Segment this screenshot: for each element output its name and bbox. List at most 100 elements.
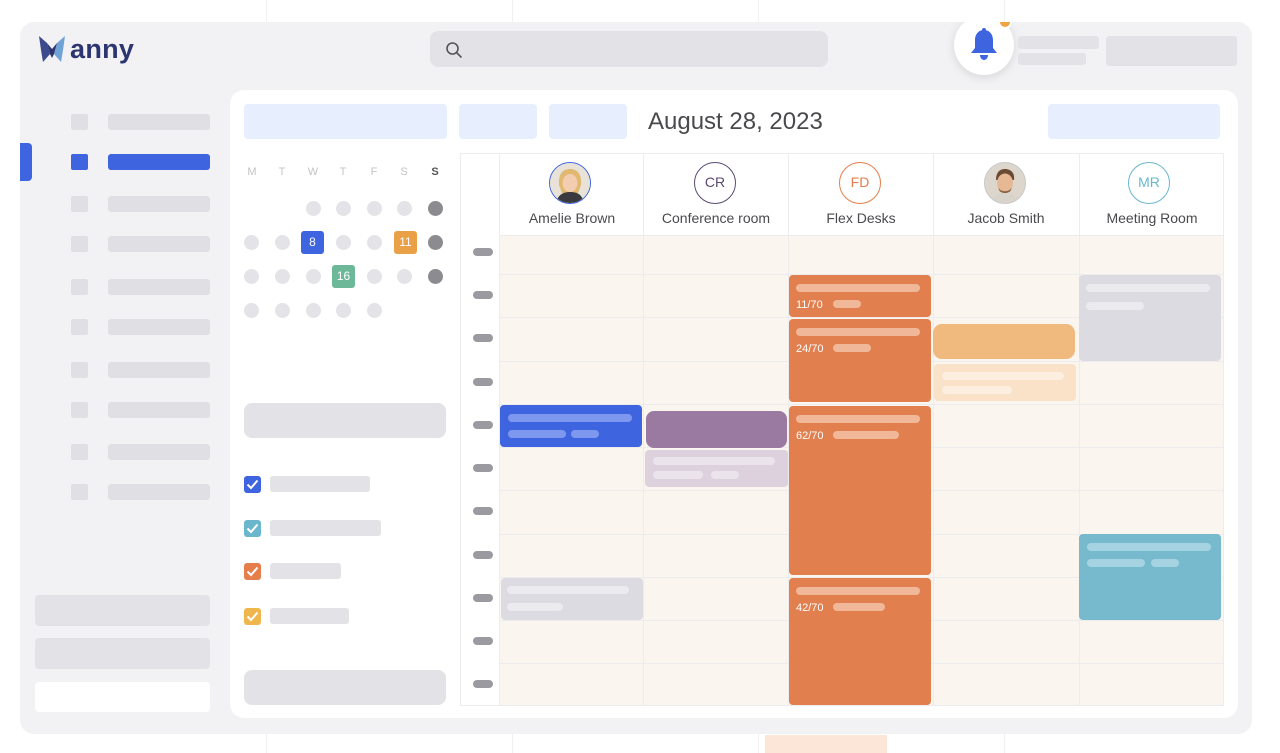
nav-label-placeholder	[108, 362, 210, 378]
booking-event-detail[interactable]	[645, 450, 788, 487]
weekday-label: M	[247, 166, 257, 178]
booking-event[interactable]: 62/70	[789, 406, 931, 575]
calendar-day[interactable]	[367, 235, 382, 250]
booking-event-detail[interactable]	[934, 364, 1076, 401]
avatar	[549, 162, 591, 204]
booking-event[interactable]: 42/70	[789, 578, 931, 705]
nav-label-placeholder	[108, 402, 210, 418]
checkmark-icon	[246, 566, 259, 577]
nav-label-placeholder	[108, 114, 210, 130]
calendar-day[interactable]	[428, 201, 443, 216]
event-text-placeholder	[1087, 559, 1145, 567]
calendar-day[interactable]	[244, 269, 259, 284]
notifications-button[interactable]	[954, 22, 1014, 75]
time-label-placeholder	[473, 291, 493, 299]
checkmark-icon	[246, 523, 259, 534]
calendar-day-highlighted[interactable]: 8	[301, 231, 324, 254]
booking-event[interactable]	[500, 405, 642, 447]
calendar-day[interactable]	[306, 269, 321, 284]
event-text-placeholder	[833, 344, 871, 352]
sidebar-active-indicator	[20, 143, 32, 181]
calendar-day[interactable]	[428, 235, 443, 250]
bottom-action-button[interactable]	[244, 670, 446, 705]
column-line	[933, 154, 934, 705]
today-button[interactable]	[549, 104, 627, 139]
event-text-placeholder	[833, 603, 885, 611]
event-text-placeholder	[508, 430, 566, 438]
filter-label-placeholder	[270, 476, 370, 492]
booking-event[interactable]: 11/70	[789, 275, 931, 317]
booking-event[interactable]	[646, 411, 787, 448]
calendar-day[interactable]	[397, 201, 412, 216]
account-menu-button[interactable]	[1106, 36, 1237, 66]
calendar-day[interactable]	[367, 201, 382, 216]
booking-event[interactable]	[1079, 275, 1221, 361]
calendar-day[interactable]	[367, 269, 382, 284]
new-booking-button[interactable]	[244, 104, 447, 139]
checkbox[interactable]	[244, 608, 261, 625]
calendar-day[interactable]	[306, 201, 321, 216]
app-logo[interactable]: anny	[38, 34, 134, 64]
calendar-day[interactable]	[397, 269, 412, 284]
event-text-placeholder	[653, 457, 775, 465]
nav-label-placeholder	[108, 196, 210, 212]
nav-icon	[71, 444, 88, 460]
event-text-placeholder	[571, 430, 599, 438]
resource-name: Flex Desks	[826, 210, 896, 226]
calendar-day[interactable]	[244, 303, 259, 318]
calendar-day[interactable]	[275, 235, 290, 250]
time-column	[461, 154, 500, 705]
calendar-day[interactable]	[306, 303, 321, 318]
event-text-placeholder	[507, 586, 629, 594]
calendar-day[interactable]	[336, 201, 351, 216]
calendar-day[interactable]	[275, 269, 290, 284]
search-input[interactable]	[430, 31, 828, 67]
nav-label-placeholder	[108, 444, 210, 460]
calendar-day-highlighted[interactable]: 16	[332, 265, 355, 288]
resource-name: Jacob Smith	[967, 210, 1045, 226]
time-label-placeholder	[473, 594, 493, 602]
nav-label-placeholder	[108, 484, 210, 500]
nav-icon	[71, 484, 88, 500]
logo-icon	[39, 36, 65, 62]
calendar-day-highlighted[interactable]: 11	[394, 231, 417, 254]
time-label-placeholder	[473, 551, 493, 559]
checkbox[interactable]	[244, 563, 261, 580]
nav-label-placeholder	[108, 279, 210, 295]
event-text-placeholder	[796, 328, 920, 336]
user-name-placeholder	[1018, 36, 1099, 49]
resource-search[interactable]	[244, 403, 446, 438]
filter-label-placeholder	[270, 520, 381, 536]
calendar-day[interactable]	[244, 235, 259, 250]
sidebar-bottom-item[interactable]	[35, 638, 210, 669]
booking-event[interactable]	[933, 324, 1075, 359]
filter-button[interactable]	[1048, 104, 1220, 139]
booking-event[interactable]	[501, 578, 643, 620]
sidebar-bottom-item[interactable]	[35, 682, 210, 712]
nav-icon	[71, 236, 88, 252]
booking-event[interactable]	[1079, 534, 1221, 620]
resource-initials: MR	[1128, 162, 1170, 204]
resource-name: Amelie Brown	[528, 210, 616, 226]
nav-icon	[71, 362, 88, 378]
checkmark-icon	[246, 479, 259, 490]
sidebar-bottom-item[interactable]	[35, 595, 210, 626]
background-strip	[765, 735, 887, 753]
calendar-day[interactable]	[428, 269, 443, 284]
calendar-day[interactable]	[336, 235, 351, 250]
resource-initials: CR	[694, 162, 736, 204]
event-text-placeholder	[833, 431, 899, 439]
weekday-label: T	[278, 166, 286, 178]
checkmark-icon	[246, 611, 259, 622]
view-toggle-button[interactable]	[459, 104, 537, 139]
booking-event[interactable]: 24/70	[789, 319, 931, 402]
capacity-label: 42/70	[796, 602, 824, 614]
calendar-day[interactable]	[275, 303, 290, 318]
calendar-day[interactable]	[336, 303, 351, 318]
time-label-placeholder	[473, 680, 493, 688]
checkbox[interactable]	[244, 520, 261, 537]
checkbox[interactable]	[244, 476, 261, 493]
weekday-label: F	[370, 166, 378, 178]
calendar-day[interactable]	[367, 303, 382, 318]
nav-icon	[71, 402, 88, 418]
